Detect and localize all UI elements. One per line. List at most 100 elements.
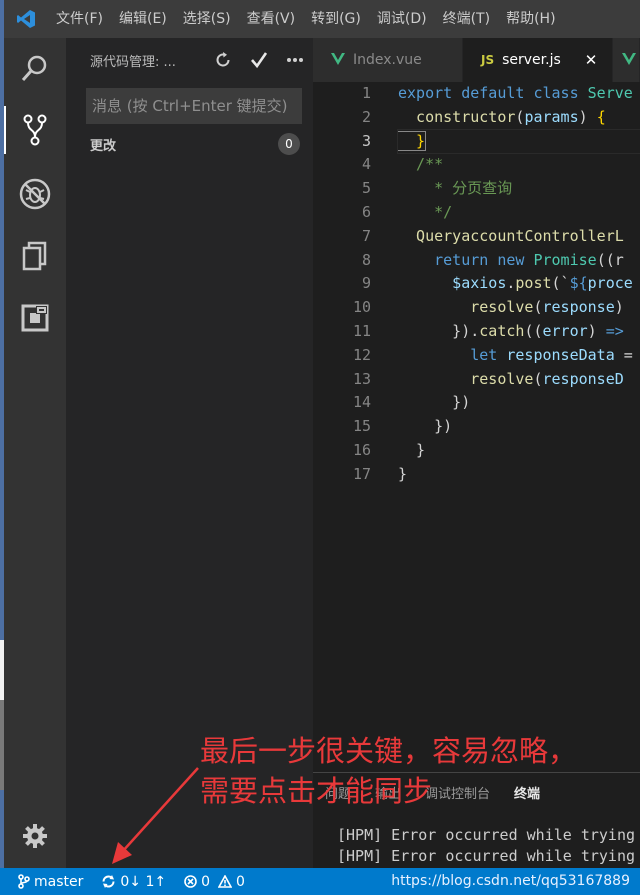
changes-group[interactable]: 更改 0 — [90, 133, 300, 155]
sync-icon — [102, 875, 115, 888]
code-token: }). — [398, 321, 480, 340]
menu-item[interactable]: 编辑(E) — [111, 0, 175, 38]
code-line[interactable]: }).catch((error) => — [398, 320, 640, 344]
line-number: 12 — [352, 345, 371, 364]
commit-check-icon[interactable] — [241, 38, 277, 82]
sidebar-title: 源代码管理: ... — [90, 54, 176, 70]
extensions-icon[interactable] — [4, 288, 66, 348]
js-file-icon: JS — [481, 53, 495, 67]
line-number: 14 — [352, 393, 371, 412]
code-line[interactable]: */ — [398, 201, 640, 225]
warning-count: 0 — [236, 873, 245, 890]
editor-tabs: Index.vue JS server.js ✕ — [313, 38, 640, 82]
code-token: catch — [479, 321, 525, 340]
code-editor[interactable]: 1 2 3 4 5 6 7 8 9 10 11 12 13 14 15 16 17 export default… — [313, 82, 640, 772]
annotation-line-2: 需要点击才能同步 — [200, 774, 433, 808]
source-control-icon[interactable] — [4, 100, 66, 160]
code-token: }) — [398, 417, 453, 436]
menu-item[interactable]: 选择(S) — [175, 0, 239, 38]
code-line[interactable]: return new Promise((r — [398, 249, 640, 273]
code-token: (( — [524, 321, 543, 340]
code-token: } — [398, 464, 408, 483]
branch-indicator[interactable]: master — [18, 874, 83, 890]
menu-item[interactable]: 终端(T) — [435, 0, 498, 38]
line-number-gutter: 1 2 3 4 5 6 7 8 9 10 11 12 13 14 15 16 17 — [313, 82, 371, 487]
line-number: 15 — [352, 417, 371, 436]
code-token: ((r — [596, 250, 624, 269]
code-line[interactable]: resolve(response) — [398, 296, 640, 320]
debug-icon[interactable] — [4, 164, 66, 224]
tab-label: server.js — [502, 52, 561, 68]
commit-message-input[interactable] — [86, 88, 302, 124]
line-number: 10 — [352, 298, 371, 317]
code-token: export — [398, 84, 462, 102]
menu-item[interactable]: 转到(G) — [303, 0, 369, 38]
status-bar: master 0↓ 1↑ 0 0 https://blog.csdn.net/q… — [0, 868, 640, 895]
code-line[interactable]: let responseData = — [398, 344, 640, 368]
code-line[interactable]: export default class Serve — [398, 82, 640, 106]
vscode-logo-icon — [4, 0, 48, 38]
code-line[interactable]: } — [396, 128, 640, 155]
search-icon[interactable] — [4, 38, 66, 98]
close-icon[interactable]: ✕ — [585, 51, 598, 69]
line-number: 9 — [361, 274, 371, 293]
line-number: 2 — [361, 107, 371, 126]
line-number: 7 — [361, 226, 371, 245]
code-token: ) — [578, 107, 597, 126]
code-line[interactable]: $axios.post(`${proce — [398, 272, 640, 296]
warning-icon — [218, 875, 233, 888]
line-number: 5 — [361, 179, 371, 198]
menu-bar: 文件(F) 编辑(E) 选择(S) 查看(V) 转到(G) 调试(D) 终端(T) 帮助(H) — [4, 0, 640, 38]
changes-label: 更改 — [90, 138, 117, 154]
code-line[interactable]: QueryaccountControllerL — [398, 225, 640, 249]
code-line[interactable]: resolve(responseD — [398, 368, 640, 392]
terminal-output[interactable]: [HPM] Error occurred while trying [HPM] E… — [337, 825, 635, 867]
code-token: ) — [614, 298, 624, 317]
code-token: } — [398, 440, 426, 459]
watermark-url: https://blog.csdn.net/qq53167889 — [391, 873, 630, 889]
refresh-icon[interactable] — [205, 38, 241, 82]
code-line[interactable]: } — [398, 439, 640, 463]
line-number: 8 — [361, 250, 371, 269]
code-line[interactable]: * 分页查询 — [398, 177, 640, 201]
gear-icon[interactable] — [4, 806, 66, 866]
problems-indicator[interactable]: 0 0 — [184, 874, 245, 890]
code-line[interactable]: }) — [398, 391, 640, 415]
terminal-line: [HPM] Error occurred while trying — [337, 847, 636, 865]
menu-item[interactable]: 帮助(H) — [498, 0, 563, 38]
line-number: 6 — [361, 202, 371, 221]
code-line[interactable]: /** — [398, 153, 640, 177]
tab-overflow[interactable] — [613, 38, 640, 82]
annotation-arrow-icon — [112, 767, 199, 864]
code-area[interactable]: export default class Serve constructor(p… — [396, 82, 640, 487]
menu-item[interactable]: 调试(D) — [369, 0, 435, 38]
code-token: error — [542, 321, 588, 340]
line-number: 1 — [361, 84, 371, 102]
red-annotation: 最后一步很关键，容易忽略， 需要点击才能同步 — [200, 731, 577, 811]
vue-file-icon — [622, 52, 636, 68]
sync-button[interactable]: 0↓ 1↑ — [101, 874, 166, 890]
code-token: (` — [551, 274, 570, 293]
copy-icon[interactable] — [4, 226, 66, 286]
code-token: Promise — [533, 250, 597, 269]
code-token: post — [515, 274, 552, 293]
code-token: responseD — [542, 369, 624, 388]
line-number: 17 — [352, 464, 371, 483]
activity-bar — [4, 38, 66, 868]
line-number: 13 — [352, 369, 371, 388]
sync-status: 0↓ 1↑ — [120, 873, 167, 890]
menu-item[interactable]: 查看(V) — [239, 0, 304, 38]
code-line[interactable]: constructor(params) { — [398, 106, 640, 130]
tab-server-js[interactable]: JS server.js ✕ — [463, 38, 613, 82]
code-line[interactable]: } — [398, 463, 640, 487]
tab-index-vue[interactable]: Index.vue — [313, 38, 463, 82]
menu-item[interactable]: 文件(F) — [48, 0, 111, 38]
code-line[interactable]: }) — [398, 415, 640, 439]
code-token: default — [461, 84, 534, 102]
code-token: responseData — [506, 345, 624, 364]
code-token: new — [497, 250, 534, 269]
code-token: } — [396, 130, 427, 151]
annotation-line-1: 最后一步很关键，容易忽略， — [200, 734, 578, 768]
more-actions-icon[interactable] — [277, 38, 313, 82]
line-number: 4 — [361, 155, 371, 174]
